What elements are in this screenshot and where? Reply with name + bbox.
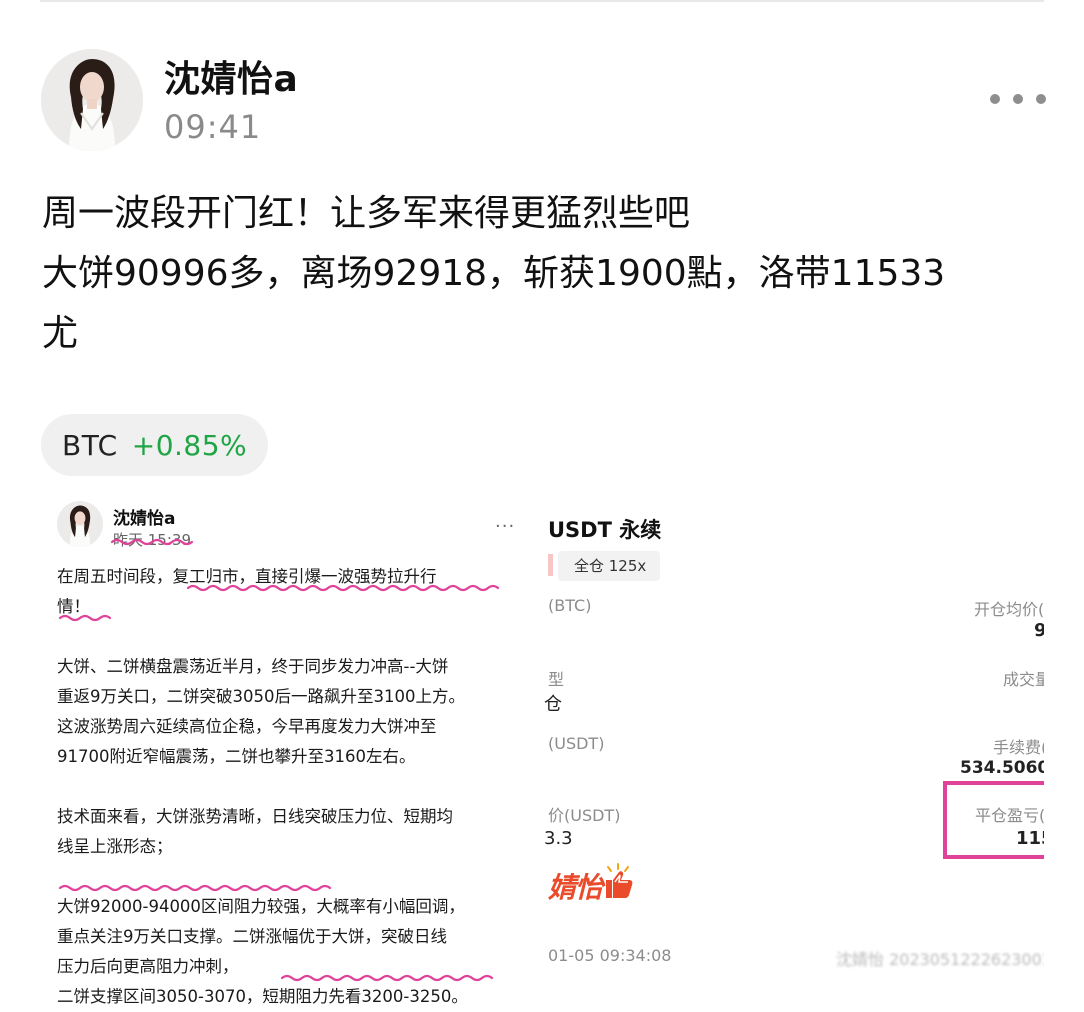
ticker-change: +0.85%	[131, 428, 248, 462]
post-line: 尤	[42, 313, 79, 354]
author-name[interactable]: 沈婧怡a	[164, 50, 298, 102]
highlight-underlines	[58, 538, 500, 982]
post-timestamp: 09:41	[164, 108, 262, 146]
order-id: 沈婧怡 2023051222623001	[836, 950, 1044, 969]
post-line: 大饼90996多，离场92918，斩获1900點，洛带11533	[42, 253, 946, 294]
more-options-button[interactable]	[990, 88, 1046, 110]
post-text: 周一波段开门红！让多军来得更猛烈些吧 大饼90996多，离场92918，斩获19…	[42, 184, 1042, 364]
dot-icon	[1036, 94, 1046, 104]
author-avatar[interactable]	[41, 49, 143, 151]
ticker-symbol: BTC	[62, 428, 118, 462]
value-close-price: 3.3	[544, 828, 573, 849]
label-usdt: (USDT)	[548, 734, 605, 753]
embedded-post-screenshot[interactable]: 沈婧怡a 昨天 15:39 ··· 在周五时间段，复工归市，直接引爆一波强势拉升…	[40, 496, 520, 1006]
label-close-price: 价(USDT)	[548, 806, 621, 825]
value-open-price: 9	[1034, 620, 1044, 641]
watermark-stamp: 婧怡	[548, 871, 603, 904]
trade-datetime: 01-05 09:34:08	[548, 946, 672, 965]
side-strip	[548, 554, 553, 576]
label-fee: 手续费(	[993, 738, 1044, 757]
thumbs-up-icon	[598, 862, 636, 906]
post-line: 周一波段开门红！让多军来得更猛烈些吧	[42, 193, 691, 234]
trade-card-screenshot[interactable]: USDT 永续 全仓 125x (BTC) 开仓均价( 9 型 仓 成交量 (U…	[540, 496, 1044, 996]
top-divider	[40, 0, 1044, 2]
pnl-highlight-box	[943, 781, 1044, 859]
contract-title: USDT 永续	[548, 518, 662, 542]
value-type: 仓	[544, 694, 562, 715]
label-symbol: (BTC)	[548, 596, 592, 615]
label-open-price: 开仓均价(	[974, 600, 1044, 619]
dot-icon	[1013, 94, 1023, 104]
dot-icon	[990, 94, 1000, 104]
value-fee: 534.5060	[960, 758, 1044, 778]
label-volume: 成交量	[1003, 670, 1044, 689]
margin-mode-badge: 全仓 125x	[558, 551, 661, 581]
label-type: 型	[548, 670, 565, 689]
ticker-chip[interactable]: BTC +0.85%	[41, 414, 269, 476]
